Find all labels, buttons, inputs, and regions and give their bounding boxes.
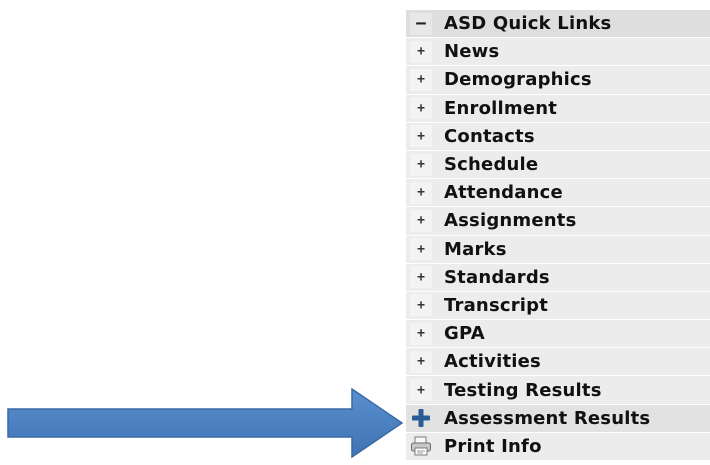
menu-item-standards[interactable]: + Standards (406, 263, 710, 292)
print-info-label: Print Info (444, 435, 542, 457)
collapse-toggle[interactable]: − (406, 10, 436, 37)
menu-item-label: Schedule (444, 154, 539, 176)
blue-plus-icon (410, 407, 432, 429)
menu-item-activities[interactable]: + Activities (406, 348, 710, 377)
menu-item-schedule[interactable]: + Schedule (406, 150, 710, 180)
menu-item-enrollment[interactable]: + Enrollment (406, 94, 710, 123)
menu-item-label: Activities (444, 351, 541, 373)
menu-item-testing-results[interactable]: + Testing Results (406, 376, 710, 405)
quick-links-menu: − ASD Quick Links + News + Demographics … (406, 10, 710, 461)
menu-item-label: Enrollment (444, 97, 558, 119)
menu-item-label: Contacts (444, 125, 535, 147)
menu-item-attendance[interactable]: + Attendance (406, 179, 710, 208)
menu-item-gpa[interactable]: + GPA (406, 320, 710, 349)
plus-icon: + (410, 238, 432, 261)
menu-item-label: News (444, 41, 500, 63)
menu-item-label: Transcript (444, 294, 549, 316)
menu-item-assessment-results[interactable]: Assessment Results (406, 404, 710, 433)
menu-item-label: Attendance (444, 182, 563, 204)
menu-item-demographics[interactable]: + Demographics (406, 66, 710, 95)
expand-toggle[interactable]: + (406, 207, 436, 234)
minus-icon: − (410, 12, 432, 35)
expand-toggle[interactable]: + (406, 151, 436, 178)
expand-toggle[interactable]: + (406, 123, 436, 150)
print-info-link[interactable]: Print Info (406, 432, 710, 461)
menu-item-label: Testing Results (444, 379, 602, 401)
menu-item-marks[interactable]: + Marks (406, 235, 710, 264)
plus-icon: + (410, 181, 432, 204)
expand-toggle[interactable]: + (406, 179, 436, 206)
plus-icon: + (410, 294, 432, 317)
expand-toggle[interactable]: + (406, 320, 436, 347)
menu-item-assignments[interactable]: + Assignments (406, 207, 710, 236)
menu-item-transcript[interactable]: + Transcript (406, 291, 710, 321)
plus-icon: + (410, 266, 432, 289)
expand-toggle[interactable]: + (406, 264, 436, 291)
menu-item-label: Standards (444, 266, 550, 288)
menu-item-label: Assignments (444, 210, 577, 232)
plus-icon: + (410, 68, 432, 91)
menu-header-label: ASD Quick Links (444, 13, 612, 35)
expand-toggle[interactable]: + (406, 292, 436, 319)
printer-icon (410, 435, 432, 457)
expand-toggle[interactable]: + (406, 236, 436, 263)
menu-item-label: Assessment Results (444, 407, 651, 429)
expand-toggle[interactable]: + (406, 95, 436, 122)
plus-icon: + (410, 350, 432, 373)
plus-icon: + (410, 322, 432, 345)
printer-toggle (406, 433, 436, 460)
expand-toggle[interactable]: + (406, 38, 436, 65)
expand-toggle[interactable]: + (406, 348, 436, 375)
plus-icon: + (410, 153, 432, 176)
plus-icon: + (410, 40, 432, 63)
menu-header-asd-quick-links[interactable]: − ASD Quick Links (406, 10, 710, 39)
plus-icon: + (410, 97, 432, 120)
menu-item-label: GPA (444, 323, 485, 345)
plus-icon: + (410, 125, 432, 148)
expand-toggle[interactable]: + (406, 376, 436, 403)
plus-icon: + (410, 209, 432, 232)
menu-item-contacts[interactable]: + Contacts (406, 122, 710, 151)
menu-item-label: Demographics (444, 69, 592, 91)
expand-toggle[interactable] (406, 405, 436, 432)
expand-toggle[interactable]: + (406, 66, 436, 93)
plus-icon: + (410, 379, 432, 402)
menu-item-label: Marks (444, 238, 507, 260)
annotation-arrow-icon (7, 387, 404, 459)
menu-item-news[interactable]: + News (406, 38, 710, 67)
